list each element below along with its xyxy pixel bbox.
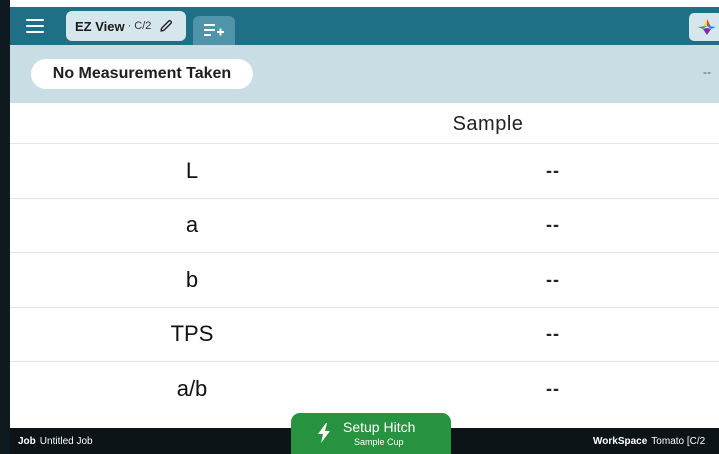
workspace-info[interactable]: WorkSpace Tomato [C/2: [593, 436, 705, 447]
tab-subtitle: C/2: [134, 20, 152, 32]
table-row: L --: [10, 143, 719, 198]
status-value: --: [703, 65, 711, 79]
row-value-b: --: [546, 269, 560, 290]
table-row: a --: [10, 197, 719, 253]
workspace-label: WorkSpace: [593, 436, 648, 447]
setup-hitch-title: Setup Hitch: [343, 419, 416, 435]
tab-title: EZ View: [75, 18, 125, 34]
setup-hitch-button[interactable]: Setup Hitch Sample Cup: [291, 413, 451, 454]
top-bar: EZ View · C/2: [10, 7, 719, 45]
table-row: TPS --: [10, 306, 719, 362]
setup-hitch-subtitle: Sample Cup: [354, 437, 404, 447]
hamburger-menu-icon[interactable]: [24, 16, 48, 36]
add-tab-button[interactable]: [193, 16, 235, 45]
table-header-row: Sample: [10, 103, 719, 143]
row-value-tps: --: [546, 323, 560, 344]
column-header-sample: Sample: [452, 113, 524, 135]
table-row: b --: [10, 252, 719, 307]
tab-ez-view[interactable]: EZ View · C/2: [66, 11, 186, 41]
lightning-bolt-icon: [318, 423, 330, 443]
color-instrument-logo-button[interactable]: [689, 13, 719, 41]
row-label-tps: TPS: [170, 321, 214, 347]
row-label-a-over-b: a/b: [176, 375, 208, 401]
tab-separator: ·: [127, 20, 132, 32]
add-list-icon: [204, 24, 224, 36]
row-value-a: --: [546, 214, 560, 235]
row-label-l: L: [185, 157, 199, 183]
row-label-b: b: [185, 266, 199, 292]
table-row: a/b --: [10, 361, 719, 416]
color-sphere-logo-icon: [698, 19, 716, 35]
measurement-status-pill: No Measurement Taken: [31, 59, 253, 89]
job-value: Untitled Job: [39, 436, 93, 447]
pencil-edit-icon[interactable]: [158, 18, 174, 34]
measurement-status-band: No Measurement Taken --: [10, 45, 719, 103]
job-label: Job: [18, 436, 36, 447]
job-info[interactable]: Job Untitled Job: [18, 436, 93, 447]
workspace-value: Tomato [C/2: [651, 436, 706, 447]
measurement-table: Sample L -- a -- b -- TPS -- a/b --: [10, 103, 719, 416]
row-value-l: --: [546, 160, 560, 181]
row-label-a: a: [185, 212, 199, 238]
app-window: EZ View · C/2 No Measurement Taken -- Sa…: [0, 0, 719, 454]
left-edge: [0, 0, 10, 454]
row-value-a-over-b: --: [546, 378, 560, 399]
